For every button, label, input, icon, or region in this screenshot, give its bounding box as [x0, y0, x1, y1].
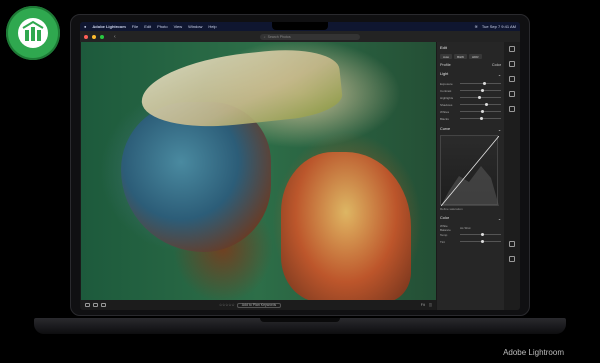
slider-knob[interactable] [482, 82, 486, 86]
slider-label: Shadows [440, 102, 453, 107]
curve-footer: Refine saturation [440, 207, 463, 211]
white-balance-row[interactable]: White Balance As Shot [440, 223, 501, 232]
chevron-down-icon[interactable]: ⌄ [498, 216, 501, 221]
masking-icon[interactable] [509, 91, 515, 97]
red-eye-icon[interactable] [509, 106, 515, 112]
profile-value[interactable]: Color [492, 63, 501, 67]
hdr-button[interactable]: HDR [469, 54, 482, 59]
profile-row[interactable]: Profile Color [440, 63, 501, 67]
panel-title: Edit [440, 45, 447, 50]
light-slider-blacks[interactable]: Blacks [440, 115, 501, 122]
slider-label: Blacks [440, 116, 449, 121]
slider-track[interactable] [460, 103, 501, 107]
menu-edit[interactable]: Edit [144, 24, 151, 29]
chevron-down-icon[interactable]: ⌄ [498, 72, 501, 77]
wb-label: White Balance [440, 223, 451, 232]
profile-label: Profile [440, 63, 451, 67]
minimize-window-button[interactable] [92, 34, 96, 39]
light-slider-exposure[interactable]: Exposure [440, 80, 501, 87]
tone-curve-svg [441, 136, 499, 206]
slider-track[interactable] [460, 117, 501, 121]
star-rating-icon[interactable]: ☆☆☆☆☆ [219, 303, 235, 307]
photo-canvas[interactable] [81, 42, 436, 302]
light-sliders: Exposure Contrast Highlights Shadows Whites B… [440, 80, 501, 122]
auto-button[interactable]: Auto [440, 54, 453, 59]
slider-label: Exposure [440, 81, 453, 86]
app-toolbar: ‹ ⌕ Search Photos [80, 31, 520, 42]
slider-track[interactable] [460, 96, 501, 100]
search-placeholder: Search Photos [267, 34, 291, 39]
slider-knob[interactable] [480, 110, 484, 114]
compare-icon[interactable]: ◫ [429, 303, 432, 307]
store-logo-badge [6, 6, 60, 60]
menu-photo[interactable]: Photo [157, 24, 167, 29]
slider-knob[interactable] [478, 96, 482, 100]
crop-icon[interactable] [509, 61, 515, 67]
caption-text: Adobe Lightroom [503, 348, 564, 357]
menu-view[interactable]: View [174, 24, 183, 29]
slider-knob[interactable] [480, 89, 484, 93]
tool-rail [504, 42, 520, 310]
bw-button[interactable]: B&W [454, 54, 468, 59]
chevron-down-icon[interactable]: ⌄ [498, 127, 501, 132]
tint-label: Tint [440, 239, 445, 244]
detail-view-icon[interactable] [101, 303, 106, 307]
tint-slider[interactable]: Tint [440, 238, 501, 245]
slider-track[interactable] [460, 89, 501, 93]
back-icon[interactable]: ‹ [114, 34, 116, 40]
slider-knob[interactable] [479, 117, 483, 121]
slider-knob[interactable] [484, 103, 488, 107]
square-view-icon[interactable] [93, 303, 98, 307]
search-input[interactable]: ⌕ Search Photos [259, 33, 360, 40]
wb-value[interactable]: As Shot [460, 226, 471, 230]
light-section-header[interactable]: Light ⌄ [440, 72, 501, 77]
presets-icon[interactable] [509, 241, 515, 247]
slider-track[interactable] [460, 110, 501, 114]
color-heading: Color [440, 216, 450, 220]
photo-scarf-region [281, 152, 411, 302]
photo-bottom-bar: ☆☆☆☆☆ Add to Plan Keywords Fit ◫ [81, 300, 436, 310]
preset-tabs: Auto B&W HDR [440, 54, 501, 59]
slider-track[interactable] [460, 82, 501, 86]
photo-headwrap-region [137, 43, 345, 135]
tone-curve-graph[interactable] [440, 135, 499, 206]
menu-file[interactable]: File [132, 24, 138, 29]
curve-heading: Curve [440, 127, 451, 131]
light-slider-whites[interactable]: Whites [440, 108, 501, 115]
laptop-base-groove [260, 318, 340, 322]
menu-app-name[interactable]: Adobe Lightroom [92, 24, 125, 29]
search-icon: ⌕ [263, 34, 266, 39]
wifi-icon[interactable]: ≋ [475, 24, 478, 29]
temp-label: Temp [440, 232, 448, 237]
info-icon[interactable] [509, 256, 515, 262]
apple-icon[interactable]: ● [84, 24, 86, 29]
light-slider-shadows[interactable]: Shadows [440, 101, 501, 108]
zoom-label[interactable]: Fit [421, 303, 425, 307]
slider-label: Contrast [440, 88, 452, 93]
edit-icon[interactable] [509, 46, 515, 52]
store-logo-icon [18, 18, 48, 48]
color-section-header[interactable]: Color ⌄ [440, 216, 501, 221]
light-heading: Light [440, 72, 449, 76]
light-slider-highlights[interactable]: Highlights [440, 94, 501, 101]
slider-label: Highlights [440, 95, 454, 100]
camera-notch [272, 22, 328, 30]
laptop-screen: ● Adobe Lightroom File Edit Photo View W… [80, 22, 520, 310]
menu-window[interactable]: Window [188, 24, 202, 29]
zoom-window-button[interactable] [100, 34, 104, 39]
keyword-chip[interactable]: Add to Plan Keywords [236, 302, 282, 308]
slider-label: Whites [440, 109, 450, 114]
edit-panel: Edit Auto B&W HDR Profile Color Light ⌄ … [437, 42, 504, 310]
grid-view-icon[interactable] [85, 303, 90, 307]
healing-icon[interactable] [509, 76, 515, 82]
menu-clock[interactable]: Tue Sep 7 9:41 AM [482, 24, 516, 29]
light-slider-contrast[interactable]: Contrast [440, 87, 501, 94]
menu-help[interactable]: Help [208, 24, 216, 29]
curve-section-header[interactable]: Curve ⌄ [440, 127, 501, 132]
close-window-button[interactable] [84, 34, 88, 39]
temp-slider[interactable]: Temp [440, 231, 501, 238]
